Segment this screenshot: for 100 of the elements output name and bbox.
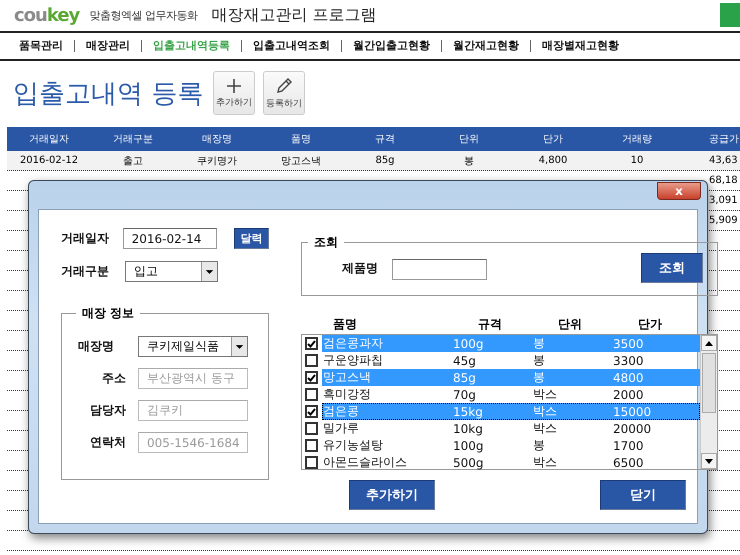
search-button[interactable]: 조회 (641, 253, 703, 283)
table-cell-text: 5,909 (708, 215, 739, 226)
list-cell-text: 20000 (612, 422, 652, 436)
checkmark-icon (307, 374, 316, 382)
field-label: 연락처 (89, 434, 126, 451)
checkmark-icon (307, 340, 316, 348)
product-name-field[interactable] (392, 258, 487, 280)
column-header: 단위 (558, 316, 583, 333)
list-cell-text: 망고스낵 (322, 369, 372, 386)
nav-tab[interactable]: 월간재고현황 (441, 40, 530, 52)
group-title: 매장 정보 (81, 305, 136, 322)
list-item[interactable]: 유기농설탕 100g 봉 1700 (302, 437, 700, 454)
toolbar-button[interactable]: 추가하기 (213, 71, 255, 115)
calendar-button[interactable]: 달력 (234, 228, 269, 249)
list-cell-text: 봉 (532, 437, 546, 454)
checkbox[interactable] (305, 388, 318, 401)
table-cell-text: 10 (630, 155, 644, 166)
nav-tab[interactable]: 매장별재고현황 (530, 40, 630, 52)
checkbox[interactable] (305, 456, 318, 469)
column-header: 공급가 (708, 133, 740, 146)
checkbox[interactable] (305, 439, 318, 452)
scroll-down-icon (705, 458, 713, 464)
scrollbar[interactable] (700, 335, 717, 469)
list-cell-text: 2000 (612, 388, 645, 402)
table-cell-text: 68,18 (708, 175, 739, 186)
field-label: 거래구분 (61, 263, 110, 280)
table-cell-text: 2016-02-12 (18, 155, 80, 166)
table-cell-text: 85g (374, 155, 396, 166)
table-cell-text: 4,800 (538, 155, 568, 166)
checkbox[interactable] (305, 422, 318, 435)
list-item[interactable]: 밀가루 10kg 박스 20000 (302, 420, 700, 437)
list-cell-text: 1700 (612, 438, 645, 452)
dialog-button[interactable]: 닫기 (600, 480, 686, 510)
list-cell-text: 봉 (532, 335, 546, 352)
field-label: 거래일자 (61, 230, 110, 247)
list-cell-text: 3300 (612, 354, 645, 368)
list-cell-text: 6500 (612, 456, 645, 470)
table-cell-text: 망고스낵 (280, 154, 322, 168)
dropdown[interactable]: 입고 (125, 261, 218, 282)
checkbox[interactable] (305, 354, 318, 367)
nav-tab[interactable]: 입출고내역조회 (241, 40, 341, 52)
nav-tab[interactable]: 월간입출고현황 (341, 40, 441, 52)
column-header: 거래구분 (112, 133, 154, 146)
table-cell-text: 봉 (463, 154, 475, 168)
plus-icon (226, 78, 242, 94)
list-cell-text: 15kg (452, 404, 484, 418)
field-label: 제품명 (342, 260, 379, 276)
list-cell-text: 유기농설탕 (322, 437, 384, 454)
checkbox[interactable] (305, 371, 318, 384)
column-header: 규격 (374, 133, 396, 146)
list-cell-text: 70g (452, 388, 477, 402)
date-field[interactable]: 2016-02-14 (122, 228, 217, 249)
column-header: 단가 (638, 316, 663, 333)
list-cell-text: 봉 (532, 352, 546, 369)
list-cell-text: 흑미강정 (322, 386, 372, 403)
list-item[interactable]: 구운양파칩 45g 봉 3300 (302, 352, 700, 369)
table-cell-text: 쿠키명가 (196, 154, 238, 168)
column-header: 단위 (458, 133, 480, 146)
list-item[interactable]: 아몬드슬라이스 500g 박스 6500 (302, 454, 700, 471)
scroll-up-icon (705, 340, 713, 346)
list-cell-text: 구운양파칩 (322, 352, 384, 369)
logo: coukey (14, 5, 80, 26)
field-label: 담당자 (89, 402, 126, 419)
checkbox[interactable] (305, 337, 318, 350)
list-cell-text: 3500 (612, 336, 645, 350)
tagline: 맞춤형엑셀 업무자동화 (89, 8, 198, 23)
list-cell-text: 검은콩 (322, 403, 360, 420)
list-cell-text: 밀가루 (322, 420, 360, 437)
list-cell-text: 검은콩과자 (322, 335, 384, 352)
field-label: 주소 (101, 370, 126, 387)
column-header: 품명 (290, 133, 312, 146)
list-item[interactable]: 흑미강정 70g 박스 2000 (302, 386, 700, 403)
list-cell-text: 10kg (452, 422, 484, 436)
list-cell-text: 박스 (532, 420, 558, 437)
list-cell-text: 100g (452, 438, 485, 452)
list-cell-text: 500g (452, 456, 485, 470)
list-cell-text: 봉 (532, 369, 546, 386)
group-title: 조회 (313, 234, 339, 251)
list-cell-text: 4800 (612, 370, 645, 384)
column-header: 매장명 (201, 133, 233, 146)
list-cell-text: 아몬드슬라이스 (322, 454, 408, 471)
list-cell-text: 15000 (612, 404, 652, 418)
table-cell-text: 출고 (122, 154, 144, 168)
page-title: 입출고내역 등록 (13, 78, 204, 110)
list-cell-text: 45g (452, 354, 477, 368)
nav-tab[interactable]: 품목관리 (8, 40, 74, 52)
dropdown[interactable]: 쿠키제일식품 (138, 336, 248, 357)
list-cell-text: 박스 (532, 386, 558, 403)
toolbar-button[interactable]: 등록하기 (263, 71, 305, 115)
list-cell-text: 박스 (532, 454, 558, 471)
table-cell-text: 43,63 (708, 155, 739, 166)
dialog-button[interactable]: 추가하기 (349, 480, 435, 510)
column-header: 거래일자 (28, 133, 70, 146)
column-header: 품명 (333, 316, 358, 333)
checkbox[interactable] (305, 405, 318, 418)
column-header: 규격 (478, 316, 503, 333)
pencil-icon (275, 76, 293, 94)
list-cell-text: 박스 (532, 403, 558, 420)
field-label: 매장명 (77, 338, 115, 355)
nav-tab[interactable]: 매장관리 (74, 40, 141, 52)
